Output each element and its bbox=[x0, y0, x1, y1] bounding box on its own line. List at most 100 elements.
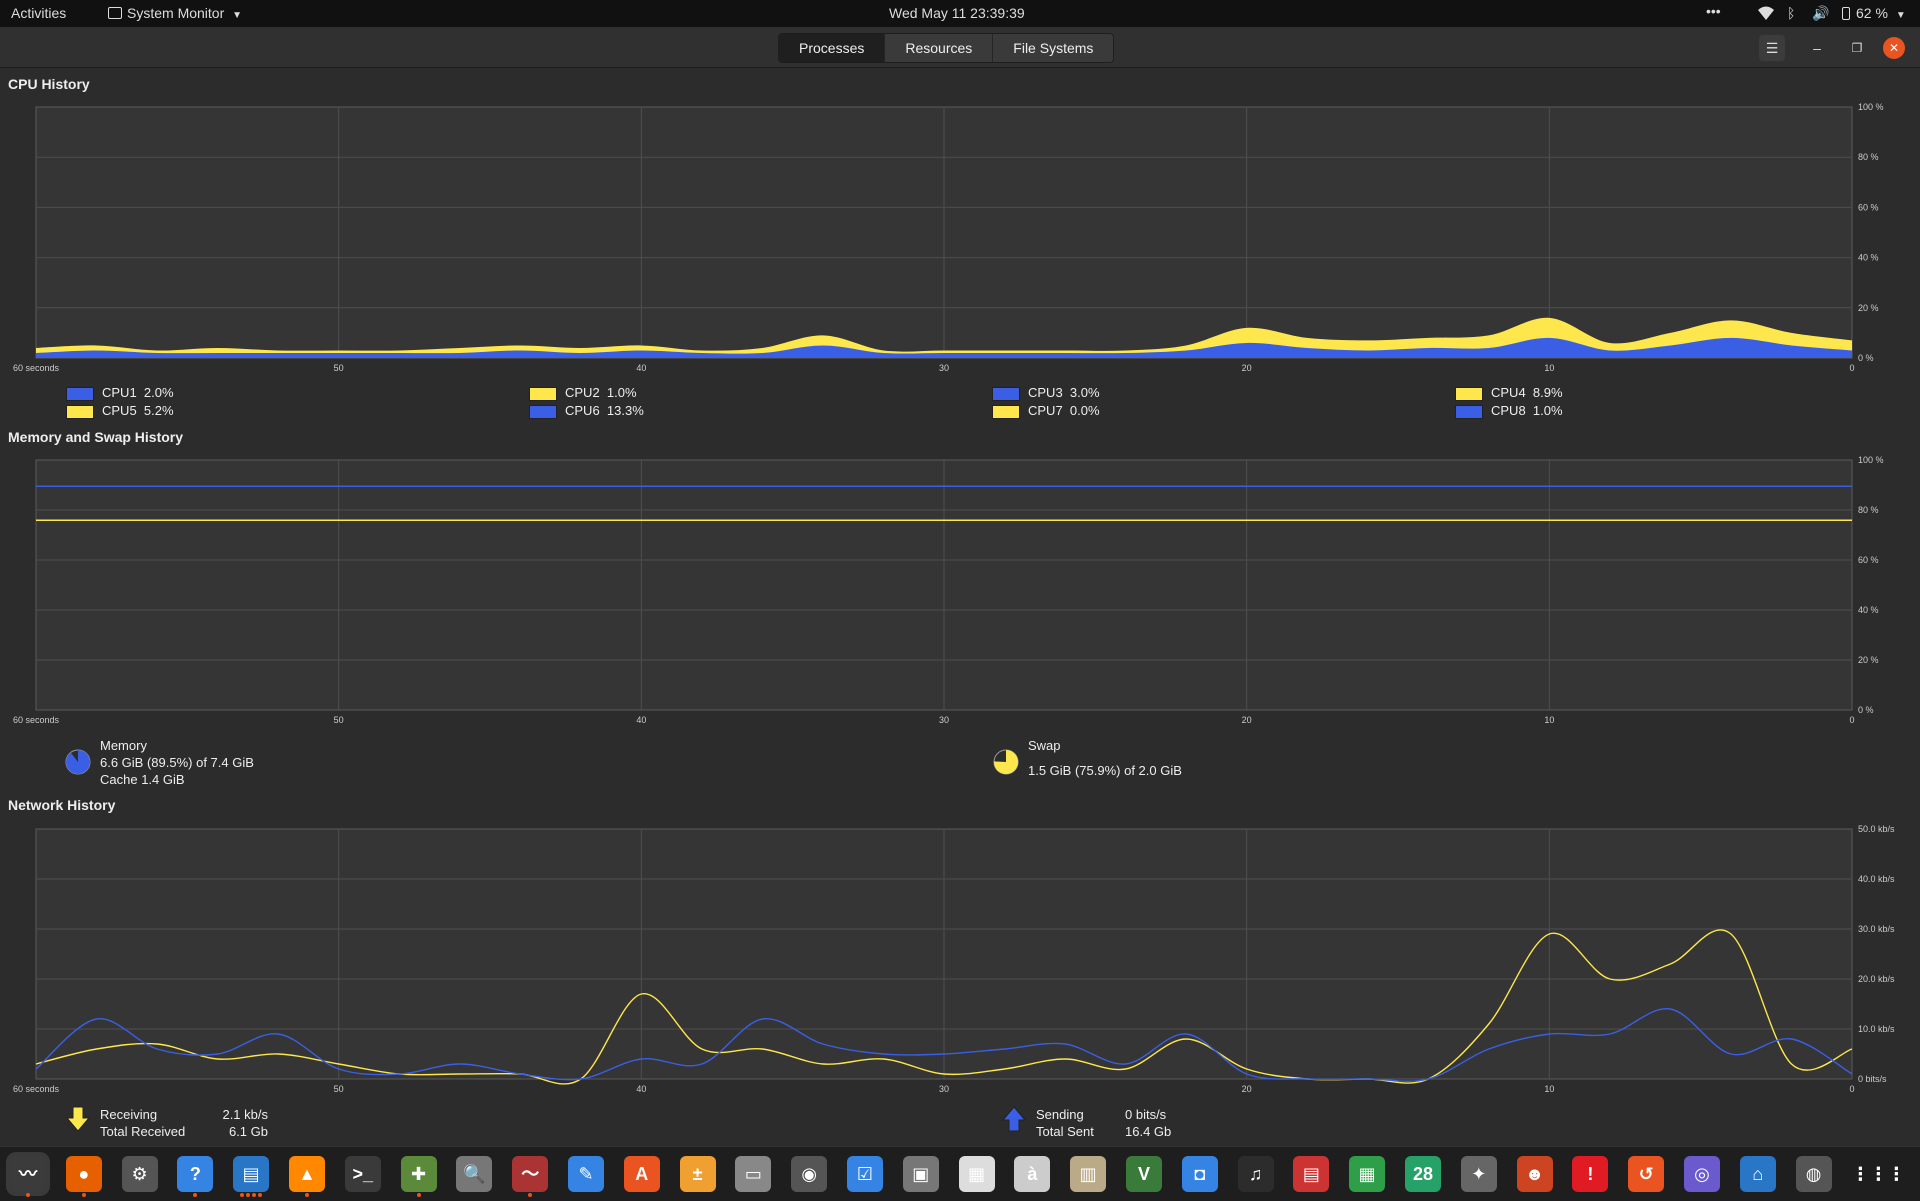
memory-x-tick-label: 60 seconds bbox=[13, 715, 60, 725]
cpu4-legend[interactable]: CPU4 8.9% bbox=[1455, 384, 1563, 402]
cpu3-color-swatch[interactable] bbox=[992, 386, 1020, 401]
cpu6-legend[interactable]: CPU6 13.3% bbox=[529, 402, 644, 420]
updater-icon[interactable]: ◍ bbox=[1795, 1156, 1832, 1192]
system-monitor-icon[interactable]: 〰 bbox=[10, 1156, 46, 1192]
volume-icon[interactable]: 🔊 bbox=[1812, 5, 1829, 22]
tab-file-systems[interactable]: File Systems bbox=[993, 34, 1114, 62]
archive-manager-icon[interactable]: ▥ bbox=[1070, 1156, 1107, 1192]
cpu-y-tick-label: 100 % bbox=[1858, 102, 1884, 112]
cpu2-legend[interactable]: CPU2 1.0% bbox=[529, 384, 644, 402]
cpu-chart: 100 % 80 % 60 % 40 % 20 % 0 % 60 seconds 50 40 30… bbox=[13, 102, 1884, 373]
wifi-icon[interactable] bbox=[1757, 5, 1775, 24]
memory-y-tick-label: 20 % bbox=[1858, 655, 1879, 665]
vlc-icon[interactable]: ▲ bbox=[289, 1156, 325, 1192]
pdf-viewer-icon[interactable]: ▤ bbox=[1293, 1156, 1330, 1192]
spreadsheet-icon[interactable]: ▦ bbox=[1349, 1156, 1386, 1192]
network-x-tick-label: 60 seconds bbox=[13, 1084, 60, 1094]
swap-pie[interactable] bbox=[992, 748, 1020, 776]
cpu8-legend[interactable]: CPU8 1.0% bbox=[1455, 402, 1563, 420]
minimize-button[interactable]: – bbox=[1804, 35, 1830, 61]
running-indicator bbox=[416, 1193, 421, 1197]
image-viewer-icon[interactable]: 🔍 bbox=[456, 1156, 493, 1192]
close-button[interactable]: ✕ bbox=[1883, 37, 1905, 59]
app-menu[interactable]: System Monitor ▼ bbox=[108, 5, 242, 21]
running-indicator bbox=[246, 1193, 251, 1197]
text-editor-icon[interactable]: ✎ bbox=[568, 1156, 604, 1192]
screen-share-icon[interactable]: ◘ bbox=[1181, 1156, 1218, 1192]
character-map-icon[interactable]: à bbox=[1014, 1156, 1051, 1192]
help-icon[interactable]: ? bbox=[177, 1156, 214, 1192]
network-x-tick-label: 30 bbox=[939, 1084, 949, 1094]
calendar-app-icon[interactable]: ▦ bbox=[958, 1156, 995, 1192]
tasks-icon[interactable]: ☑ bbox=[847, 1156, 883, 1192]
chevron-down-icon: ▼ bbox=[232, 10, 243, 21]
network-y-tick-label: 10.0 kb/s bbox=[1858, 1024, 1895, 1034]
gnome-extension-icon[interactable]: ✚ bbox=[400, 1156, 437, 1192]
app-grid-icon[interactable]: ⋮⋮⋮ bbox=[1851, 1156, 1905, 1192]
cpu7-legend[interactable]: CPU7 0.0% bbox=[992, 402, 1100, 420]
cpu4-color-swatch[interactable] bbox=[1455, 386, 1483, 401]
bluetooth-icon[interactable]: ᛒ bbox=[1787, 5, 1795, 21]
receiving-values: 2.1 kb/s 6.1 Gb bbox=[200, 1106, 268, 1140]
gimp-icon[interactable]: ✦ bbox=[1460, 1156, 1497, 1192]
running-indicator bbox=[26, 1193, 30, 1197]
game-icon[interactable]: ☻ bbox=[1516, 1156, 1553, 1192]
calendar-icon[interactable]: 28 bbox=[1405, 1156, 1441, 1192]
running-indicator bbox=[240, 1193, 245, 1197]
cpu-x-tick-label: 10 bbox=[1544, 363, 1554, 373]
battery-indicator[interactable]: 62 % ▼ bbox=[1842, 5, 1906, 21]
cpu8-color-swatch[interactable] bbox=[1455, 404, 1483, 419]
document-scanner-icon[interactable]: ▣ bbox=[902, 1156, 939, 1192]
clock[interactable]: Wed May 11 23:39:39 bbox=[889, 5, 1025, 21]
cpu5-legend[interactable]: CPU5 5.2% bbox=[66, 402, 174, 420]
music-icon[interactable]: ♫ bbox=[1237, 1156, 1274, 1192]
firefox-icon[interactable]: ● bbox=[65, 1156, 102, 1192]
network-y-tick-label: 0 bits/s bbox=[1858, 1074, 1887, 1084]
memory-pie[interactable] bbox=[64, 748, 92, 776]
disk-usage-icon[interactable]: ◉ bbox=[791, 1156, 828, 1192]
cpu2-color-swatch[interactable] bbox=[529, 386, 557, 401]
receiving-value: 2.1 kb/s bbox=[222, 1107, 268, 1122]
cpu6-color-swatch[interactable] bbox=[529, 404, 557, 419]
restore-button[interactable]: ❐ bbox=[1844, 35, 1870, 61]
activities-button[interactable]: Activities bbox=[11, 5, 66, 21]
cpu-x-tick-label: 40 bbox=[636, 363, 646, 373]
files-icon[interactable]: ▭ bbox=[735, 1156, 772, 1192]
total-received-label: Total Received bbox=[100, 1124, 186, 1139]
vim-icon[interactable]: V bbox=[1126, 1156, 1162, 1192]
memory-value: 6.6 GiB (89.5%) of 7.4 GiB bbox=[100, 755, 254, 770]
memory-label: Memory bbox=[100, 738, 147, 753]
cpu-y-tick-label: 80 % bbox=[1858, 152, 1879, 162]
terminal-icon[interactable]: >_ bbox=[344, 1156, 381, 1192]
cpu1-value: 2.0% bbox=[143, 385, 174, 400]
network-y-tick-label: 40.0 kb/s bbox=[1858, 874, 1895, 884]
cpu7-color-swatch[interactable] bbox=[992, 404, 1020, 419]
screenshot-icon[interactable]: ◎ bbox=[1684, 1156, 1720, 1192]
cpu-y-tick-label: 40 % bbox=[1858, 253, 1879, 263]
calculator-icon[interactable]: ± bbox=[679, 1156, 716, 1192]
weather-icon[interactable]: ⌂ bbox=[1739, 1156, 1776, 1192]
cpu3-legend[interactable]: CPU3 3.0% bbox=[992, 384, 1100, 402]
settings-icon[interactable]: ⚙ bbox=[121, 1156, 158, 1192]
writer-icon[interactable]: ▤ bbox=[233, 1156, 270, 1192]
more-indicators-icon[interactable]: ••• bbox=[1706, 3, 1721, 19]
cpu-legend-col-1: CPU1 2.0% CPU5 5.2% bbox=[66, 384, 174, 420]
software-center-icon[interactable]: A bbox=[623, 1156, 660, 1192]
tab-resources[interactable]: Resources bbox=[885, 34, 994, 62]
cpu5-color-swatch[interactable] bbox=[66, 404, 94, 419]
system-graph-icon[interactable]: 〜 bbox=[512, 1156, 549, 1192]
backup-icon[interactable]: ↺ bbox=[1628, 1156, 1665, 1192]
sending-arrow-icon[interactable] bbox=[1001, 1106, 1027, 1132]
tab-processes[interactable]: Processes bbox=[779, 34, 886, 62]
total-sent-value: 16.4 Gb bbox=[1125, 1124, 1172, 1139]
cpu1-color-swatch[interactable] bbox=[66, 386, 94, 401]
history-charts: 100 %80 %60 %40 %20 %0 %60 seconds 50 40 30… bbox=[13, 102, 1895, 1094]
memory-y-tick-label: 80 % bbox=[1858, 505, 1879, 515]
error-report-icon[interactable]: ! bbox=[1572, 1156, 1609, 1192]
cpu-y-tick-label: 60 % bbox=[1858, 202, 1879, 212]
receiving-arrow-icon[interactable] bbox=[65, 1106, 91, 1132]
cpu7-value: 0.0% bbox=[1069, 403, 1100, 418]
cpu1-legend[interactable]: CPU1 2.0% bbox=[66, 384, 174, 402]
hamburger-menu-button[interactable]: ☰ bbox=[1759, 35, 1785, 61]
memory-cache: Cache 1.4 GiB bbox=[100, 772, 185, 787]
